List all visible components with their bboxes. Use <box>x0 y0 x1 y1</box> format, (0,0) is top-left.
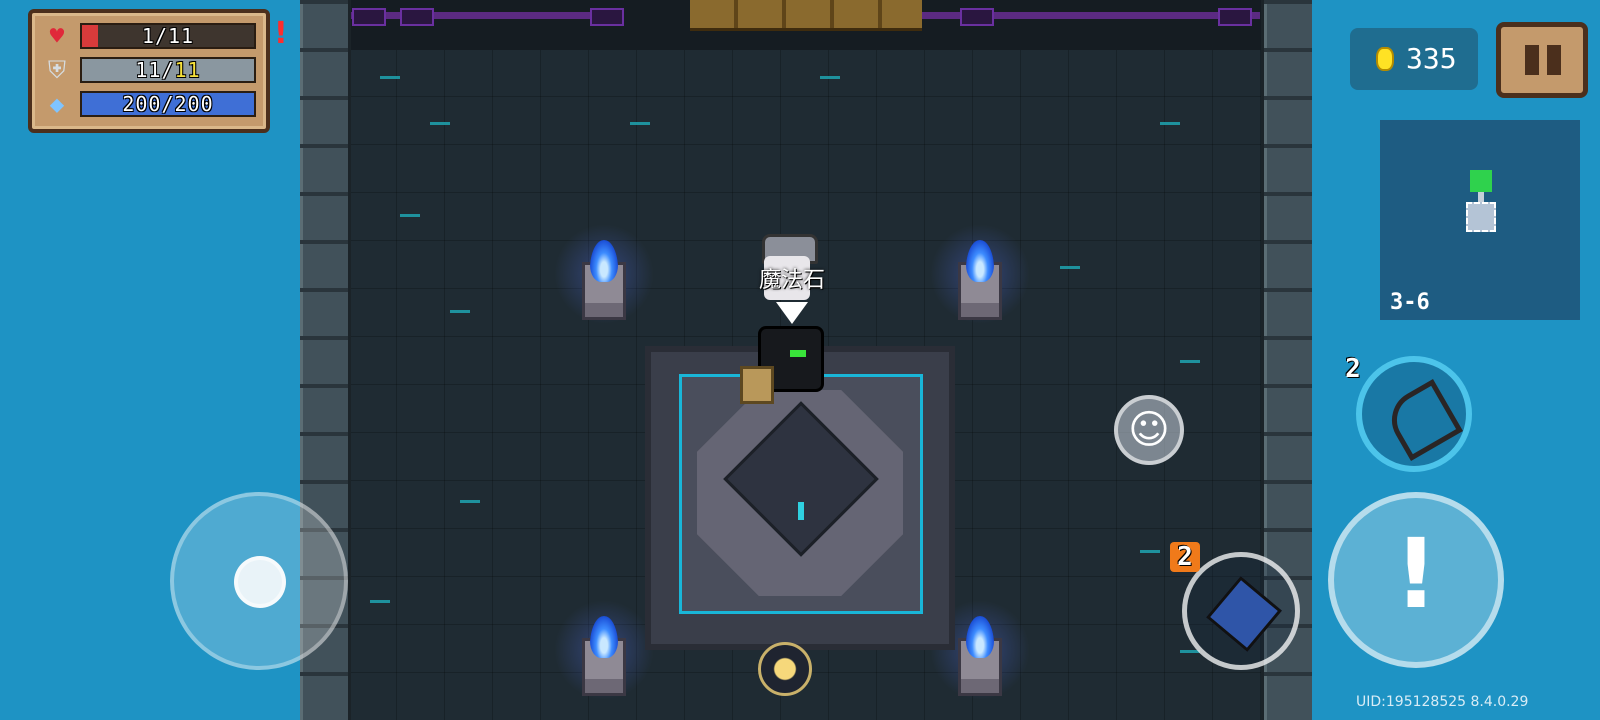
flame-icon <box>966 616 994 658</box>
attack-icon: ! <box>1394 518 1438 630</box>
portal-button[interactable] <box>758 642 812 696</box>
armor-max: 11 <box>174 58 201 82</box>
skill-button[interactable] <box>1182 552 1300 670</box>
armor-text: 11/11 <box>135 58 201 82</box>
floor-mark <box>450 310 470 313</box>
floor-mark <box>1180 360 1200 363</box>
character-visor <box>790 350 806 357</box>
item-name-label: 魔法石 <box>758 268 825 293</box>
hp-row: ♥ 1/11 <box>42 23 260 49</box>
energy-text: 200/200 <box>122 92 214 116</box>
wall-rune <box>1218 8 1252 26</box>
floor-mark <box>400 214 420 217</box>
minimap-corridor <box>1478 192 1484 202</box>
skill-charge-badge: 2 <box>1170 542 1200 572</box>
blue-torch <box>550 596 658 704</box>
heart-icon: ♥ <box>49 22 65 50</box>
diamond-icon: ◆ <box>49 90 65 118</box>
armor-current: 11 <box>135 58 162 82</box>
hp-bar: 1/11 <box>80 23 256 49</box>
uid-version-label: UID:195128525 8.4.0.29 <box>1356 694 1529 710</box>
shield-icon: ⛨ <box>48 56 66 84</box>
armor-bar: 11/11 <box>80 57 256 83</box>
floor-mark <box>1160 122 1180 125</box>
wall-rune <box>590 8 624 26</box>
status-panel: ♥ 1/11 ⛨ 11/11 ◆ 200/200 <box>28 9 270 133</box>
altar-light <box>798 502 804 520</box>
floor-mark <box>630 122 650 125</box>
attack-button[interactable]: ! <box>1328 492 1504 668</box>
floor-mark <box>460 500 480 503</box>
blue-torch <box>926 596 1034 704</box>
energy-row: ◆ 200/200 <box>42 91 260 117</box>
player-character <box>740 230 840 410</box>
dungeon-room: 魔法石 <box>300 0 1312 720</box>
floor-mark <box>430 122 450 125</box>
level-label: 3-6 <box>1390 290 1430 315</box>
wall-rune <box>400 8 434 26</box>
flame-icon <box>590 240 618 282</box>
wall-trim <box>350 12 600 19</box>
coin-count: 335 <box>1406 42 1457 75</box>
floor-mark <box>1060 266 1080 269</box>
minimap-room-next <box>1470 170 1492 192</box>
movement-joystick[interactable] <box>170 492 348 670</box>
pause-icon <box>1547 45 1561 75</box>
floor-mark <box>1140 550 1160 553</box>
indicator-arrow-icon <box>776 302 808 324</box>
emote-button[interactable]: ☺ <box>1114 395 1184 465</box>
bow-icon <box>1381 379 1463 461</box>
room-gate <box>690 0 922 31</box>
blue-torch <box>550 220 658 328</box>
gauntlet-icon <box>1205 575 1283 653</box>
hp-text: 1/11 <box>141 24 195 48</box>
floor-mark <box>820 76 840 79</box>
pause-icon <box>1525 45 1539 75</box>
alert-icon: ! <box>274 16 288 51</box>
armor-row: ⛨ 11/11 <box>42 57 260 83</box>
flame-icon <box>590 616 618 658</box>
flame-icon <box>966 240 994 282</box>
weapon-ammo-badge: 2 <box>1345 354 1361 384</box>
wall-rune <box>960 8 994 26</box>
energy-bar: 200/200 <box>80 91 256 117</box>
smile-icon: ☺ <box>1128 407 1170 453</box>
character-weapon <box>740 366 774 404</box>
weapon-switch-button[interactable] <box>1356 356 1472 472</box>
minimap-room-current <box>1466 202 1496 232</box>
coin-counter: 335 <box>1350 28 1478 90</box>
blue-torch <box>926 220 1034 328</box>
pause-button[interactable] <box>1496 22 1588 98</box>
coin-icon <box>1376 47 1394 71</box>
minimap[interactable]: 3-6 <box>1380 120 1580 320</box>
floor-mark <box>380 76 400 79</box>
floor-mark <box>370 600 390 603</box>
wall-rune <box>352 8 386 26</box>
joystick-knob[interactable] <box>234 556 286 608</box>
